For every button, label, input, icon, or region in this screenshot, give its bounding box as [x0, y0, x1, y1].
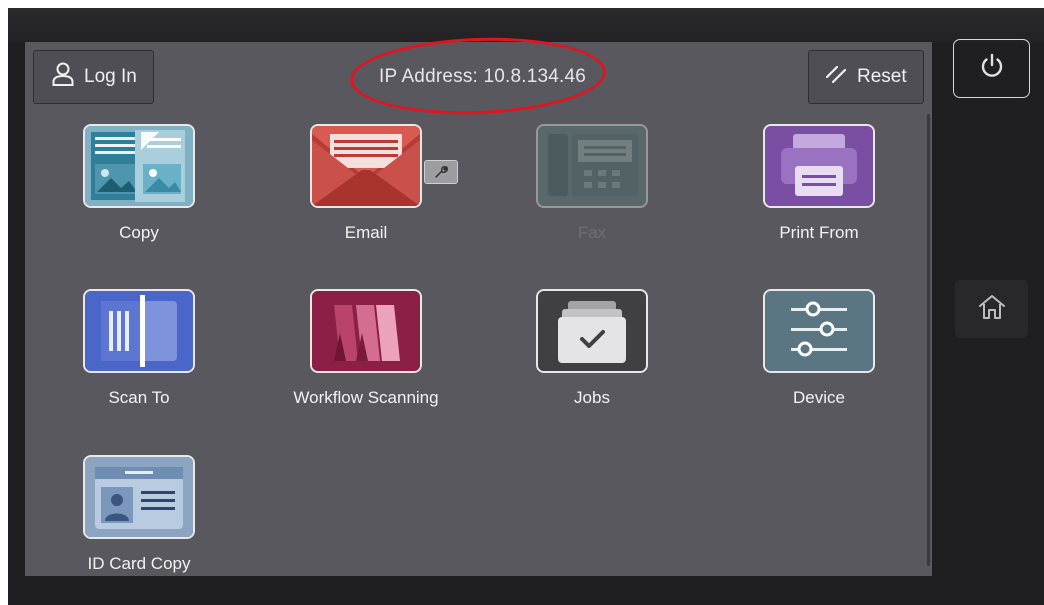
app-jobs[interactable]: Jobs	[507, 289, 677, 429]
copy-icon	[83, 124, 195, 208]
scrollbar[interactable]	[927, 114, 930, 566]
reset-button[interactable]: Reset	[808, 50, 924, 104]
app-workflow-scanning[interactable]: Workflow Scanning	[281, 289, 451, 429]
app-email[interactable]: Email	[281, 124, 451, 264]
app-label: Workflow Scanning	[293, 388, 439, 407]
email-icon	[310, 124, 422, 208]
app-label: Scan To	[108, 388, 170, 407]
app-device[interactable]: Device	[734, 289, 904, 429]
login-button[interactable]: Log In	[33, 50, 154, 104]
app-label: ID Card Copy	[87, 554, 191, 573]
app-scan-to[interactable]: Scan To	[54, 289, 224, 429]
app-label: Print From	[779, 223, 859, 242]
app-label: Device	[793, 388, 845, 407]
app-label: Jobs	[574, 388, 610, 407]
app-copy[interactable]: Copy	[54, 124, 224, 264]
reset-icon	[825, 63, 847, 91]
workflow-scanning-icon	[310, 289, 422, 373]
id-card-icon	[83, 455, 195, 539]
login-label: Log In	[84, 66, 137, 87]
power-button[interactable]	[953, 39, 1030, 98]
app-print-from[interactable]: Print From	[734, 124, 904, 264]
user-icon	[52, 62, 74, 92]
fax-icon	[536, 124, 648, 208]
bezel-top-edge	[8, 8, 1044, 43]
touch-screen: Log In IP Address: 10.8.134.46 Reset Cop…	[25, 42, 932, 576]
scan-icon	[83, 289, 195, 373]
printer-icon	[763, 124, 875, 208]
power-icon	[977, 51, 1007, 86]
home-button[interactable]	[955, 280, 1028, 338]
device-settings-icon	[763, 289, 875, 373]
app-fax: Fax	[507, 124, 677, 264]
home-icon	[977, 293, 1007, 326]
app-id-card-copy[interactable]: ID Card Copy	[54, 455, 224, 576]
wrench-icon	[424, 160, 458, 184]
jobs-icon	[536, 289, 648, 373]
app-label: Email	[344, 223, 388, 242]
app-label: Copy	[119, 223, 159, 242]
reset-label: Reset	[857, 66, 907, 87]
app-label: Fax	[577, 223, 607, 242]
